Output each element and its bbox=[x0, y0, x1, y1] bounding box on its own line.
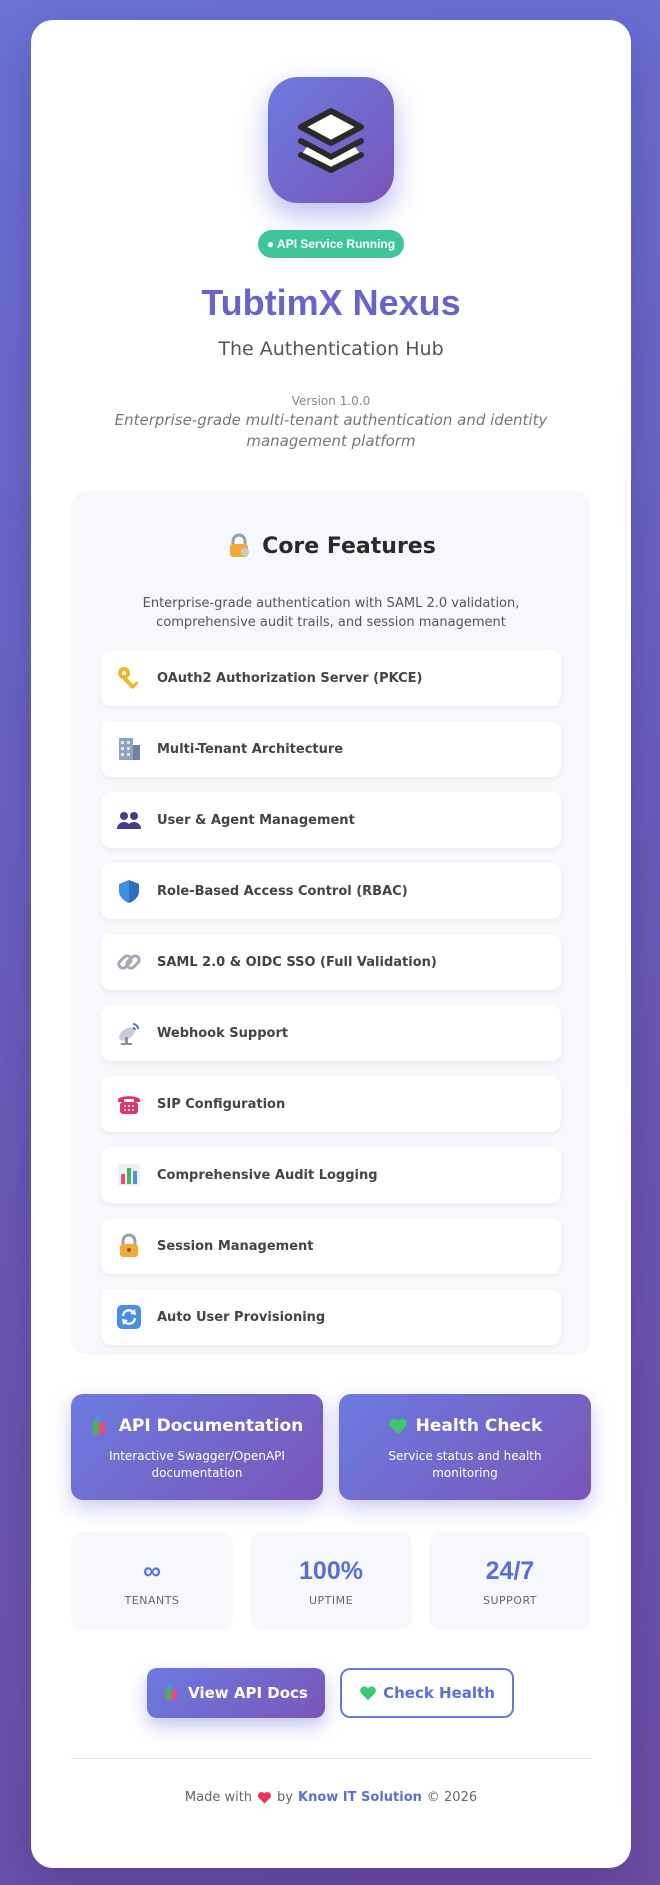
link-icon bbox=[115, 948, 143, 976]
stat-value: 100% bbox=[299, 1557, 363, 1585]
main-card: ● API Service Running TubtimX Nexus The … bbox=[31, 20, 631, 1868]
view-api-docs-button[interactable]: View API Docs bbox=[147, 1668, 325, 1718]
key-icon bbox=[115, 664, 143, 692]
green-heart-icon bbox=[360, 1686, 376, 1701]
books-icon bbox=[165, 1684, 177, 1701]
api-documentation-description: Interactive Swagger/OpenAPI documentatio… bbox=[109, 1449, 285, 1480]
core-features-section: Core Features Enterprise-grade authentic… bbox=[71, 491, 591, 1355]
stat-value: 24/7 bbox=[485, 1557, 535, 1585]
page-title: TubtimX Nexus bbox=[201, 282, 461, 323]
satellite-dish-icon bbox=[115, 1019, 143, 1047]
feature-label: Session Management bbox=[157, 1238, 314, 1254]
health-check-description: Service status and health monitoring bbox=[388, 1449, 542, 1480]
health-check-title: Health Check bbox=[339, 1416, 591, 1436]
feature-item-sip: SIP Configuration bbox=[101, 1076, 561, 1132]
api-documentation-card[interactable]: API Documentation Interactive Swagger/Op… bbox=[71, 1394, 323, 1500]
footer: Made with by Know IT Solution © 2026 bbox=[184, 1790, 478, 1805]
feature-label: SAML 2.0 & OIDC SSO (Full Validation) bbox=[157, 954, 437, 970]
feature-label: Auto User Provisioning bbox=[157, 1309, 326, 1325]
stat-uptime: 100% UPTIME bbox=[250, 1532, 412, 1630]
company-link[interactable]: Know IT Solution bbox=[298, 1790, 422, 1805]
feature-item-oauth2: OAuth2 Authorization Server (PKCE) bbox=[101, 650, 561, 706]
feature-item-webhook: Webhook Support bbox=[101, 1005, 561, 1061]
stat-label: SUPPORT bbox=[482, 1594, 538, 1607]
feature-item-user-management: User & Agent Management bbox=[101, 792, 561, 848]
telephone-icon bbox=[115, 1090, 143, 1118]
feature-label: Multi-Tenant Architecture bbox=[157, 741, 344, 757]
bar-chart-icon bbox=[115, 1161, 143, 1189]
feature-item-audit-logging: Comprehensive Audit Logging bbox=[101, 1147, 561, 1203]
refresh-icon bbox=[115, 1303, 143, 1331]
stat-tenants: ∞ TENANTS bbox=[71, 1532, 233, 1630]
lock-icon bbox=[115, 1232, 143, 1260]
stat-support: 24/7 SUPPORT bbox=[429, 1532, 591, 1630]
logo bbox=[268, 77, 394, 203]
features-description: Enterprise-grade authentication with SAM… bbox=[142, 596, 520, 630]
feature-item-rbac: Role-Based Access Control (RBAC) bbox=[101, 863, 561, 919]
stat-label: UPTIME bbox=[308, 1594, 354, 1607]
feature-label: Webhook Support bbox=[157, 1025, 289, 1041]
footer-divider bbox=[71, 1758, 591, 1759]
shield-icon bbox=[115, 877, 143, 905]
green-heart-icon bbox=[388, 1418, 407, 1434]
stat-value: ∞ bbox=[143, 1557, 161, 1585]
feature-item-sso: SAML 2.0 & OIDC SSO (Full Validation) bbox=[101, 934, 561, 990]
books-icon bbox=[92, 1417, 105, 1434]
layers-icon bbox=[298, 108, 364, 173]
office-building-icon bbox=[115, 735, 143, 763]
stat-label: TENANTS bbox=[124, 1594, 180, 1607]
tagline: Enterprise-grade multi-tenant authentica… bbox=[114, 411, 548, 450]
feature-label: Comprehensive Audit Logging bbox=[157, 1167, 378, 1183]
feature-item-session-management: Session Management bbox=[101, 1218, 561, 1274]
feature-item-auto-provisioning: Auto User Provisioning bbox=[101, 1289, 561, 1345]
lock-key-icon bbox=[230, 533, 250, 557]
feature-item-multi-tenant: Multi-Tenant Architecture bbox=[101, 721, 561, 777]
feature-label: SIP Configuration bbox=[157, 1096, 286, 1112]
heart-icon bbox=[258, 1792, 272, 1804]
api-documentation-title: API Documentation bbox=[71, 1416, 323, 1436]
check-health-button[interactable]: Check Health bbox=[340, 1668, 514, 1718]
feature-label: User & Agent Management bbox=[157, 812, 355, 828]
features-heading: Core Features bbox=[71, 533, 591, 559]
feature-label: OAuth2 Authorization Server (PKCE) bbox=[157, 670, 423, 686]
health-check-card[interactable]: Health Check Service status and health m… bbox=[339, 1394, 591, 1500]
users-icon bbox=[115, 806, 143, 834]
version-label: Version 1.0.0 bbox=[291, 394, 371, 408]
feature-label: Role-Based Access Control (RBAC) bbox=[157, 883, 408, 899]
features-title: Core Features bbox=[262, 533, 436, 559]
status-badge: ● API Service Running bbox=[258, 230, 404, 258]
page-subtitle: The Authentication Hub bbox=[218, 338, 444, 360]
